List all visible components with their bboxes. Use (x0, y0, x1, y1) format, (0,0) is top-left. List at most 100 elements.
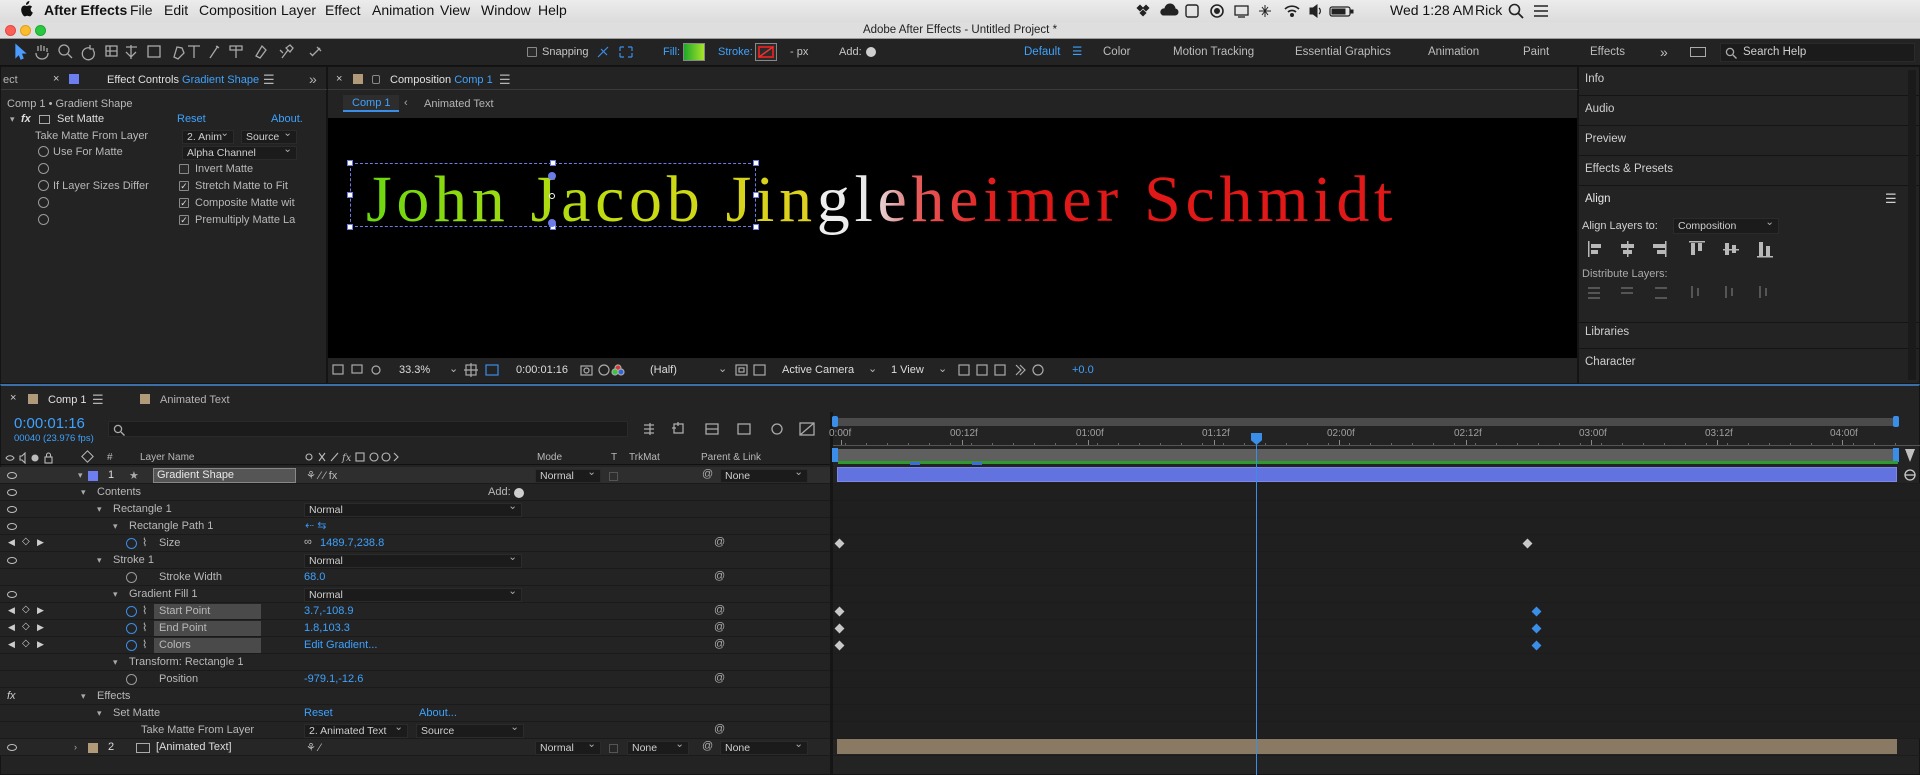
stopwatch-icon[interactable] (38, 214, 49, 225)
workspace-layout-icon[interactable] (1690, 47, 1706, 57)
expression-pickwhip-icon[interactable]: @ (714, 536, 725, 548)
menu-view[interactable]: View (440, 2, 470, 18)
effect-about-link[interactable]: About. (271, 113, 303, 125)
constrain-proportions-icon[interactable]: ∞ (304, 536, 312, 548)
apple-icon[interactable] (19, 1, 33, 17)
panel-menu-icon[interactable]: ☰ (499, 72, 511, 88)
premultiply-matte-checkbox[interactable]: ✓ (179, 215, 189, 225)
prev-keyframe-icon[interactable]: ◀ (8, 537, 15, 548)
trkmat-dropdown[interactable]: None (627, 738, 689, 755)
workspace-color[interactable]: Color (1103, 46, 1130, 58)
expand-triangle-icon[interactable]: ▾ (113, 657, 118, 668)
bbox-handle[interactable] (550, 160, 556, 166)
stopwatch-icon[interactable] (38, 146, 49, 157)
bbox-handle[interactable] (753, 192, 759, 198)
search-help-field[interactable]: Search Help (1720, 43, 1915, 62)
blend-mode-dropdown[interactable]: Normal (304, 500, 522, 517)
prev-keyframe-icon[interactable]: ◀ (8, 605, 15, 616)
add-icon[interactable] (514, 488, 524, 498)
effect-reset-link[interactable]: Reset (304, 707, 333, 719)
preserve-transparency-checkbox[interactable] (609, 744, 618, 753)
add-keyframe-icon[interactable]: ◇ (22, 638, 30, 649)
layer-bar-animated-text[interactable] (837, 739, 1897, 754)
next-keyframe-icon[interactable]: ▶ (37, 537, 44, 548)
add-keyframe-icon[interactable]: ◇ (22, 604, 30, 615)
menu-help[interactable]: Help (538, 2, 567, 18)
property-value[interactable]: 1.8,103.3 (304, 622, 350, 634)
label-color-chip[interactable] (88, 471, 98, 481)
timeline-row[interactable] (0, 637, 830, 654)
viewer-option-icons[interactable] (332, 363, 384, 377)
expand-triangle-icon[interactable]: ▾ (97, 555, 102, 566)
next-keyframe-icon[interactable]: ▶ (37, 605, 44, 616)
effects-presets-panel-header[interactable]: Effects & Presets (1585, 163, 1673, 175)
timeline-tab-comp1[interactable]: Comp 1 (48, 394, 87, 406)
take-matte-dropdown[interactable]: 2. Animated Text (304, 721, 408, 738)
snapping-checkbox[interactable] (527, 47, 537, 57)
effect-controls-tab[interactable]: Effect Controls Gradient Shape (107, 74, 259, 86)
bbox-handle[interactable] (753, 160, 759, 166)
timeline-tab-animated-text[interactable]: Animated Text (160, 394, 230, 406)
character-panel-header[interactable]: Character (1585, 356, 1636, 368)
align-panel-menu-icon[interactable]: ☰ (1885, 191, 1897, 207)
timeline-switch-icons[interactable] (640, 420, 820, 438)
expand-triangle-icon[interactable]: ▾ (97, 504, 102, 515)
camera-chevron-icon[interactable]: ⌄ (868, 362, 877, 375)
effect-options-icon[interactable] (39, 115, 50, 124)
expand-triangle-icon[interactable]: ▾ (113, 521, 118, 532)
anchor-point[interactable] (549, 193, 555, 199)
timeline-row[interactable] (0, 603, 830, 620)
add-icon[interactable] (866, 47, 876, 57)
take-matte-dropdown[interactable]: 2. Anim (182, 127, 234, 144)
viewer-grid-icons[interactable] (464, 363, 504, 377)
path-direction-icons[interactable]: ⇠ ⇆ (305, 519, 327, 532)
switch-icons[interactable]: ⚘ ⁄ (306, 741, 321, 754)
stroke-width-value[interactable]: - px (790, 46, 808, 58)
workspace-animation[interactable]: Animation (1428, 46, 1479, 58)
eye-icon[interactable] (7, 591, 17, 598)
pickwhip-icon[interactable]: @ (702, 468, 713, 480)
property-value[interactable]: 1489.7,238.8 (320, 537, 384, 549)
zoom-dropdown[interactable]: 33.3% (399, 364, 430, 376)
info-panel-header[interactable]: Info (1585, 73, 1604, 85)
expression-pickwhip-icon[interactable]: @ (714, 638, 725, 650)
composition-viewer[interactable]: John Jacob Jingleheimer Schmidt (328, 118, 1577, 358)
expression-pickwhip-icon[interactable]: @ (714, 621, 725, 633)
bbox-handle[interactable] (347, 224, 353, 230)
menu-composition[interactable]: Composition (199, 2, 277, 18)
header-layer-name[interactable]: Layer Name (140, 452, 194, 463)
preserve-transparency-checkbox[interactable] (609, 472, 618, 481)
workspace-effects[interactable]: Effects (1590, 46, 1625, 58)
eye-icon[interactable] (7, 472, 17, 479)
layer-bar-gradient-shape[interactable] (837, 467, 1897, 482)
blend-mode-dropdown[interactable]: Normal (304, 551, 522, 568)
workspace-essential-graphics[interactable]: Essential Graphics (1295, 46, 1391, 58)
bbox-handle[interactable] (347, 160, 353, 166)
align-buttons[interactable] (1587, 239, 1777, 259)
app-name-menu[interactable]: After Effects (44, 2, 127, 18)
fx-switch-icon[interactable]: fx (7, 690, 16, 702)
stopwatch-icon[interactable] (126, 606, 137, 617)
menu-effect[interactable]: Effect (325, 2, 361, 18)
composition-nav-bar[interactable] (833, 449, 1898, 461)
expression-pickwhip-icon[interactable]: @ (714, 672, 725, 684)
close-tab-icon[interactable]: × (10, 392, 16, 404)
menu-animation[interactable]: Animation (372, 2, 434, 18)
use-for-matte-dropdown[interactable]: Alpha Channel (182, 143, 297, 160)
label-color-chip[interactable] (88, 743, 98, 753)
close-tab-icon[interactable]: × (53, 73, 59, 85)
timeline-row[interactable] (0, 722, 830, 739)
panel-overflow-icon[interactable]: » (309, 71, 317, 87)
parent-dropdown[interactable]: None (720, 738, 808, 755)
panel-menu-icon[interactable]: ☰ (92, 392, 104, 408)
property-value[interactable]: Edit Gradient... (304, 639, 377, 651)
bbox-handle[interactable] (753, 224, 759, 230)
prev-keyframe-icon[interactable]: ◀ (8, 622, 15, 633)
property-value[interactable]: -979.1,-12.6 (304, 673, 363, 685)
graph-icon[interactable]: ⌇ (142, 536, 147, 549)
eye-icon[interactable] (7, 506, 17, 513)
mode-dropdown[interactable]: Normal (535, 738, 601, 755)
close-tab-icon[interactable]: × (336, 73, 342, 85)
expand-triangle-icon[interactable]: ▾ (81, 691, 86, 702)
snap-icons[interactable] (596, 44, 636, 60)
